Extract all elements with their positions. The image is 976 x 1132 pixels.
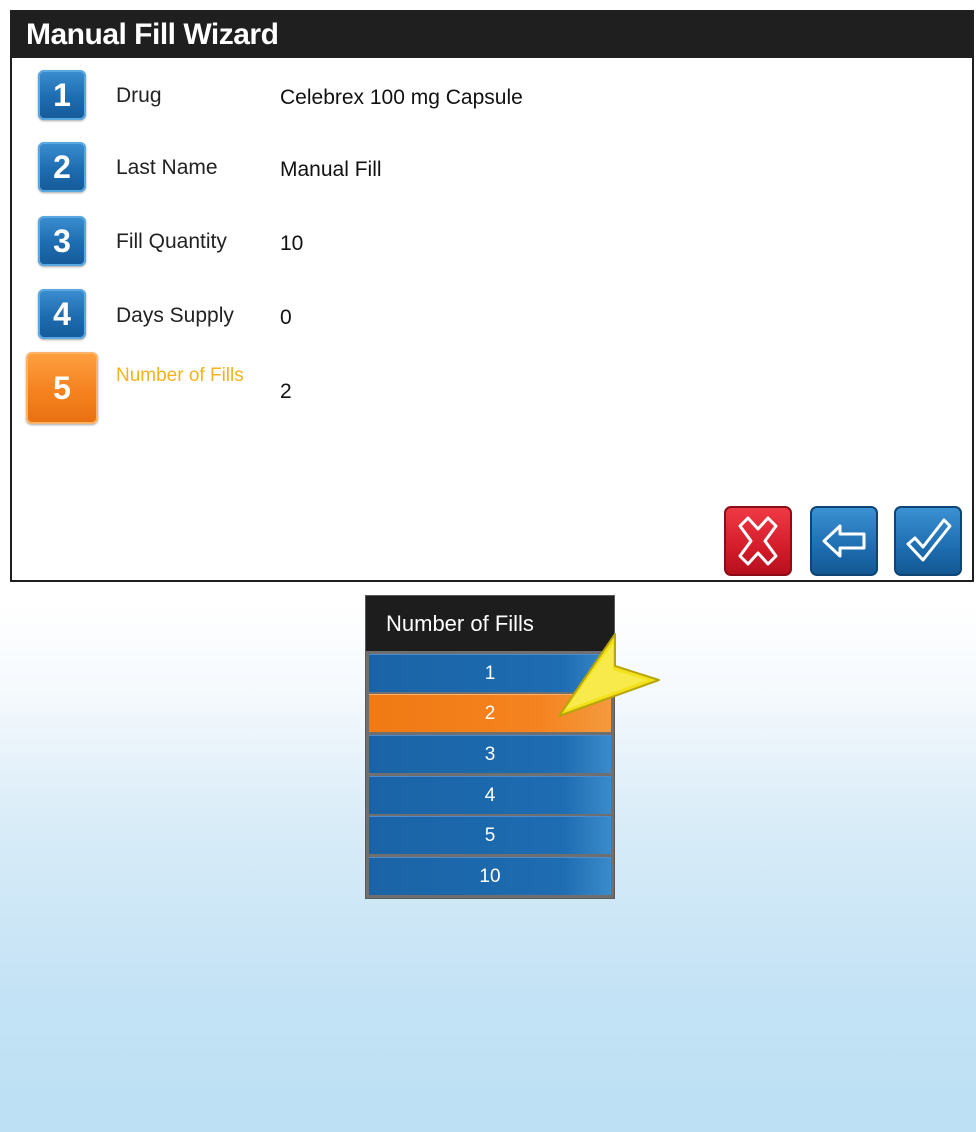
step-number-badge-active[interactable]: 5	[26, 352, 98, 424]
pointer-arrow-icon	[558, 633, 660, 717]
step-number-badge[interactable]: 2	[38, 142, 86, 192]
step-last-name[interactable]: 2 Last Name Manual Fill	[12, 138, 972, 200]
step-value-days-supply: 0	[280, 306, 292, 329]
cancel-button[interactable]	[724, 506, 792, 576]
step-days-supply[interactable]: 4 Days Supply 0	[12, 286, 972, 348]
step-number-badge[interactable]: 3	[38, 216, 86, 266]
x-icon	[738, 516, 778, 566]
step-number-of-fills[interactable]: 5 Number of Fills 2	[12, 352, 972, 432]
step-label-days-supply: Days Supply	[116, 304, 234, 327]
manual-fill-wizard: Manual Fill Wizard 1 Drug Celebrex 100 m…	[10, 10, 974, 582]
step-number-badge[interactable]: 4	[38, 289, 86, 339]
step-label-fill-quantity: Fill Quantity	[116, 230, 227, 253]
step-fill-quantity[interactable]: 3 Fill Quantity 10	[12, 212, 972, 274]
step-value-number-of-fills: 2	[280, 380, 292, 403]
back-arrow-icon	[822, 524, 866, 558]
fill-option-3[interactable]: 3	[369, 735, 611, 773]
step-value-fill-quantity: 10	[280, 232, 304, 255]
back-button[interactable]	[810, 506, 878, 576]
fill-option-5[interactable]: 5	[369, 816, 611, 854]
step-drug[interactable]: 1 Drug Celebrex 100 mg Capsule	[12, 64, 972, 126]
step-label-drug: Drug	[116, 84, 162, 107]
confirm-button[interactable]	[894, 506, 962, 576]
step-label-last-name: Last Name	[116, 156, 218, 179]
step-value-drug: Celebrex 100 mg Capsule	[280, 86, 523, 109]
step-number-badge[interactable]: 1	[38, 70, 86, 120]
fill-option-4[interactable]: 4	[369, 776, 611, 814]
fill-option-10[interactable]: 10	[369, 857, 611, 895]
checkmark-icon	[906, 518, 952, 562]
step-label-number-of-fills: Number of Fills	[116, 365, 244, 386]
step-value-last-name: Manual Fill	[280, 158, 382, 181]
wizard-title: Manual Fill Wizard	[12, 12, 972, 58]
